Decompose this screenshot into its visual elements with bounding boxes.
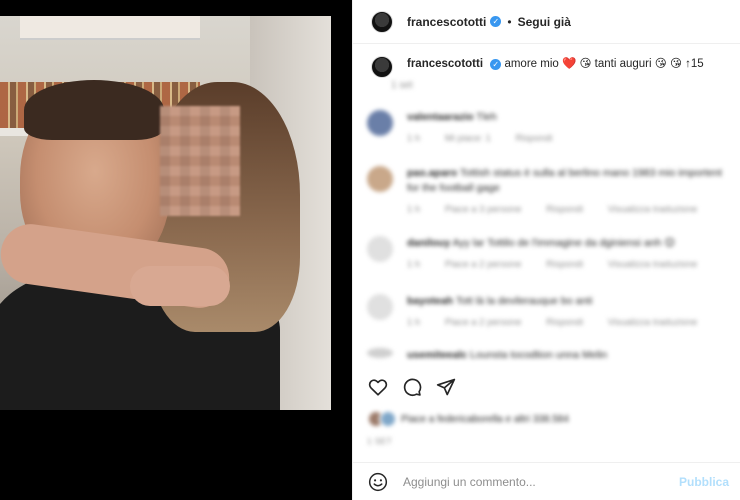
comment-time: 1 h [407,317,421,328]
commenter-avatar[interactable] [367,236,393,262]
reply-button[interactable]: Rispondi [546,204,583,215]
comment-text: Tleh [476,111,497,123]
comment-meta: 1 h Mi piace: 1 Rispondi [407,131,574,146]
comment-item: bayoteah Tott là la devilerauque bo anti… [367,294,727,330]
paper-plane-icon[interactable] [433,374,459,400]
commenter-avatar[interactable] [367,166,393,192]
post-date: 1 SET [367,436,393,446]
translate-button[interactable]: Visualizza traduzione [608,259,698,270]
comment-meta: 1 h Piace a 2 persone Rispondi Visualizz… [407,257,719,272]
avatar[interactable] [371,10,393,33]
comment-likes[interactable]: Mi piace: 1 [445,133,491,144]
comment-username[interactable]: pao.aparo [407,167,457,179]
comment-item: pao.aparo Tottish status è sulla al berl… [367,166,727,217]
comment-time: 1 h [407,204,421,215]
comment-item: valentaarazio Tleh 1 h Mi piace: 1 Rispo… [367,110,727,146]
comment-likes[interactable]: Piace a 2 persone [445,317,522,328]
publish-button[interactable]: Pubblica [679,475,729,489]
liker-avatar [379,410,397,428]
comment-username[interactable]: usemiteealc [407,349,467,361]
emoji-smiley-icon[interactable] [367,471,389,493]
comment-input[interactable] [403,474,683,489]
caption-avatar[interactable] [371,56,393,78]
comment-text: Ayy lar Tottilo de l'immagine da dginien… [452,237,676,249]
reply-button[interactable]: Rispondi [546,259,583,270]
following-button[interactable]: Segui già [518,15,571,29]
post-actions [365,374,467,400]
comment-username[interactable]: bayoteah [407,295,453,307]
comment-time: 1 h [407,259,421,270]
likes-summary[interactable]: Piace a federicaborella e altri 338.584 [367,410,569,428]
post-header: francescototti ✓ • Segui già [353,0,740,44]
post-sidebar: francescototti ✓ • Segui già francescoto… [352,0,740,500]
comment-bubble-icon[interactable] [399,374,425,400]
translate-button[interactable]: Visualizza traduzione [608,317,698,328]
comment-time: 1 h [407,133,421,144]
comment-text: Lounsta tocodtion unna Melin [470,349,608,361]
caption-text: amore mio ❤️ 😘 tanti auguri 😘 😘 ↑15 [504,58,704,70]
likes-text: Piace a federicaborella e altri 338.584 [401,413,569,425]
heart-icon[interactable] [365,374,391,400]
comment-item: usemiteealc Lounsta tocodtion unna Melin [367,348,727,363]
caption-username[interactable]: francescototti [407,58,483,70]
photo-man-hair [24,80,164,140]
comment-username[interactable]: valentaarazio [407,111,474,123]
verified-badge-icon: ✓ [490,59,502,70]
comment-meta: 1 h Piace a 2 persone Rispondi Visualizz… [407,315,719,330]
separator: • [507,14,512,29]
comment-text: Tott là la devilerauque bo anti [455,295,593,307]
caption-timestamp: 1 set [391,80,413,91]
comment-body: usemiteealc Lounsta tocodtion unna Melin [407,348,607,363]
comment-body: pao.aparo Tottish status è sulla al berl… [407,166,727,217]
commenter-avatar[interactable] [367,348,393,358]
comment-meta: 1 h Piace a 3 persone Rispondi Visualizz… [407,202,727,217]
comment-body: danilouy Ayy lar Tottilo de l'immagine d… [407,236,719,272]
caption-body: francescototti ✓ amore mio ❤️ 😘 tanti au… [407,56,704,78]
post-caption: francescototti ✓ amore mio ❤️ 😘 tanti au… [371,56,731,78]
comment-composer: Pubblica [353,462,740,500]
photo-bg-frame [20,16,200,40]
translate-button[interactable]: Visualizza traduzione [608,204,698,215]
comment-likes[interactable]: Piace a 2 persone [445,259,522,270]
reply-button[interactable]: Rispondi [515,133,552,144]
verified-badge-icon: ✓ [490,16,502,27]
comment-body: bayoteah Tott là la devilerauque bo anti… [407,294,719,330]
commenter-avatar[interactable] [367,294,393,320]
header-username[interactable]: francescototti [407,15,486,29]
photo-hand [130,266,230,306]
post-photo[interactable] [0,16,331,410]
comment-likes[interactable]: Piace a 3 persone [445,204,522,215]
reply-button[interactable]: Rispondi [546,317,583,328]
comment-item: danilouy Ayy lar Tottilo de l'immagine d… [367,236,727,272]
commenter-avatar[interactable] [367,110,393,136]
photo-girl-face-pixelated [160,106,240,216]
comment-body: valentaarazio Tleh 1 h Mi piace: 1 Rispo… [407,110,574,146]
post-media [0,0,352,500]
comment-username[interactable]: danilouy [407,237,450,249]
